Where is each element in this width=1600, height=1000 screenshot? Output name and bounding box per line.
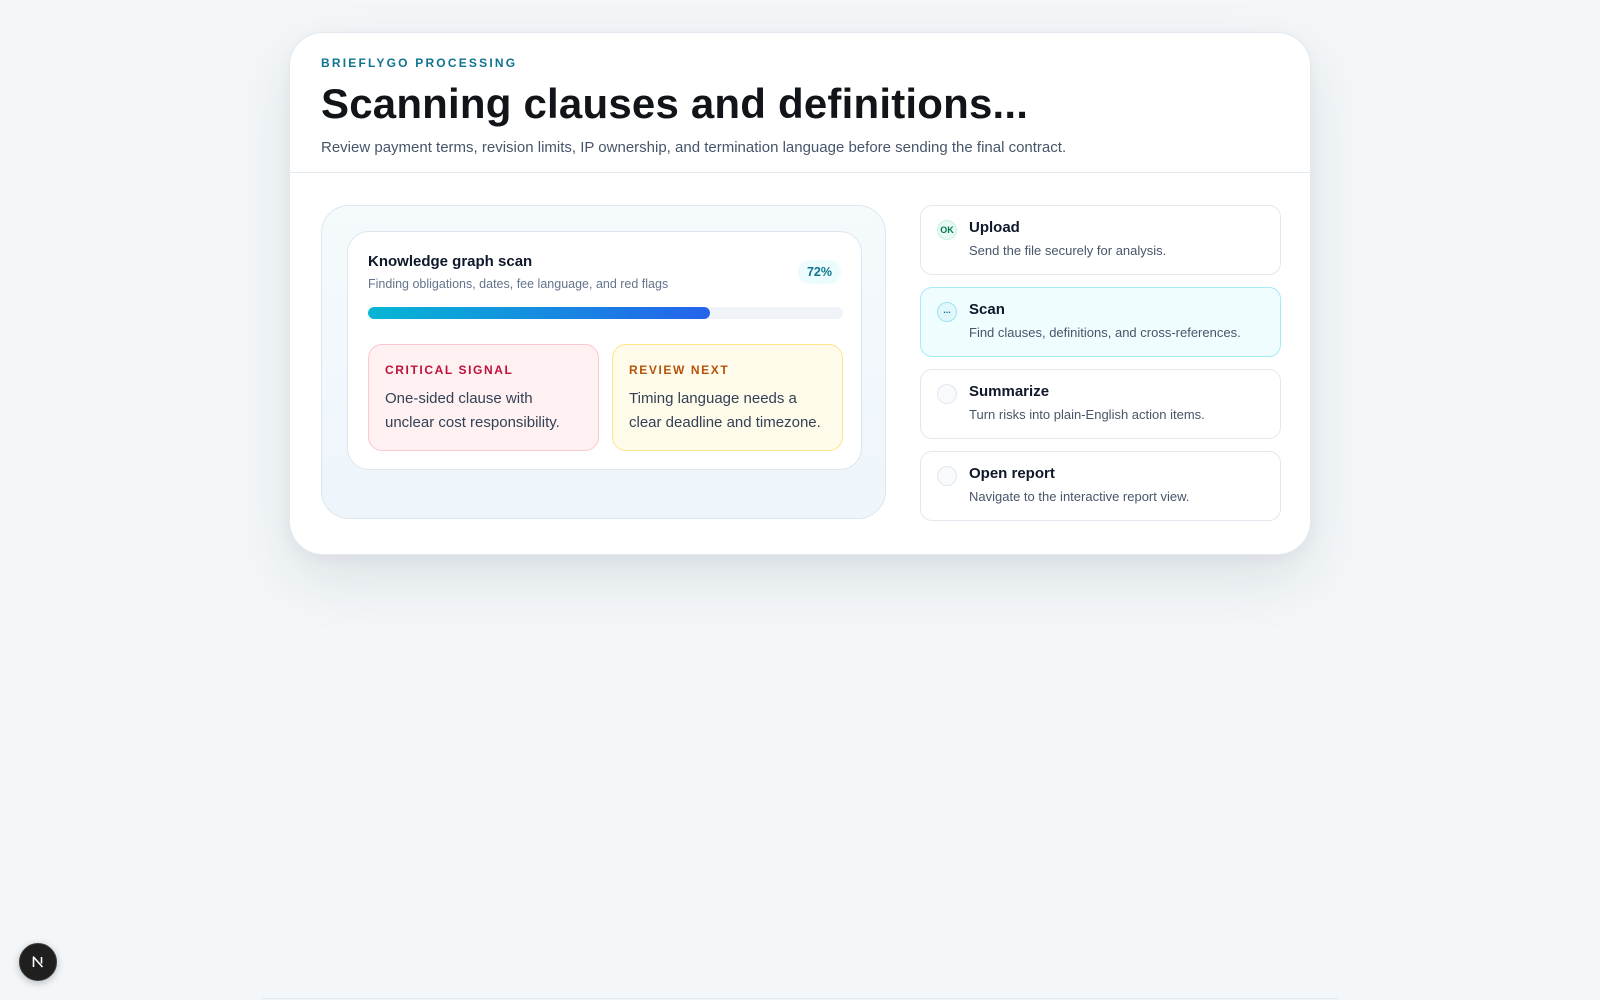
step-name: Summarize — [969, 383, 1050, 400]
card-body: Knowledge graph scan Finding obligations… — [290, 173, 1310, 555]
progress-bar — [368, 307, 843, 319]
pending-status-icon — [937, 466, 957, 486]
processing-card: BRIEFLYGO PROCESSING Scanning clauses an… — [289, 32, 1311, 555]
step-open-report[interactable]: Open report Navigate to the interactive … — [920, 451, 1281, 521]
in-progress-status-icon: ... — [937, 302, 957, 322]
step-name: Open report — [969, 465, 1055, 482]
scan-description: Finding obligations, dates, fee language… — [368, 277, 669, 291]
critical-signal-text: One-sided clause with unclear cost respo… — [385, 390, 560, 431]
scan-status-card: Knowledge graph scan Finding obligations… — [347, 231, 862, 470]
page: BRIEFLYGO PROCESSING Scanning clauses an… — [0, 0, 1600, 1000]
page-subtitle: Review payment terms, revision limits, I… — [321, 139, 1067, 156]
progress-percent-badge: 72% — [797, 260, 841, 284]
step-summarize: Summarize Turn risks into plain-English … — [920, 369, 1281, 439]
step-description: Send the file securely for analysis. — [969, 243, 1167, 258]
step-name: Upload — [969, 219, 1020, 236]
step-description: Turn risks into plain-English action ite… — [969, 407, 1205, 422]
nextjs-logo-icon — [32, 956, 44, 968]
process-steps: OK Upload Send the file securely for ana… — [920, 205, 1281, 533]
step-name: Scan — [969, 301, 1005, 318]
step-upload: OK Upload Send the file securely for ana… — [920, 205, 1281, 275]
scan-panel: Knowledge graph scan Finding obligations… — [321, 205, 886, 519]
pending-status-icon — [937, 384, 957, 404]
review-next-text: Timing language needs a clear deadline a… — [629, 390, 821, 431]
bottom-divider — [262, 998, 1338, 999]
critical-signal-card: CRITICAL SIGNAL One-sided clause with un… — [368, 344, 599, 451]
nextjs-dev-indicator-button[interactable] — [19, 943, 57, 981]
scan-title: Knowledge graph scan — [368, 253, 533, 270]
page-title: Scanning clauses and definitions... — [321, 80, 1029, 127]
eyebrow-label: BRIEFLYGO PROCESSING — [321, 56, 518, 70]
review-next-card: REVIEW NEXT Timing language needs a clea… — [612, 344, 843, 451]
critical-signal-label: CRITICAL SIGNAL — [385, 363, 514, 377]
step-description: Find clauses, definitions, and cross-ref… — [969, 325, 1241, 340]
review-next-label: REVIEW NEXT — [629, 363, 730, 377]
card-header: BRIEFLYGO PROCESSING Scanning clauses an… — [290, 33, 1310, 173]
check-status-icon: OK — [937, 220, 957, 240]
step-scan: ... Scan Find clauses, definitions, and … — [920, 287, 1281, 357]
progress-bar-fill — [368, 307, 710, 319]
step-description: Navigate to the interactive report view. — [969, 489, 1190, 504]
